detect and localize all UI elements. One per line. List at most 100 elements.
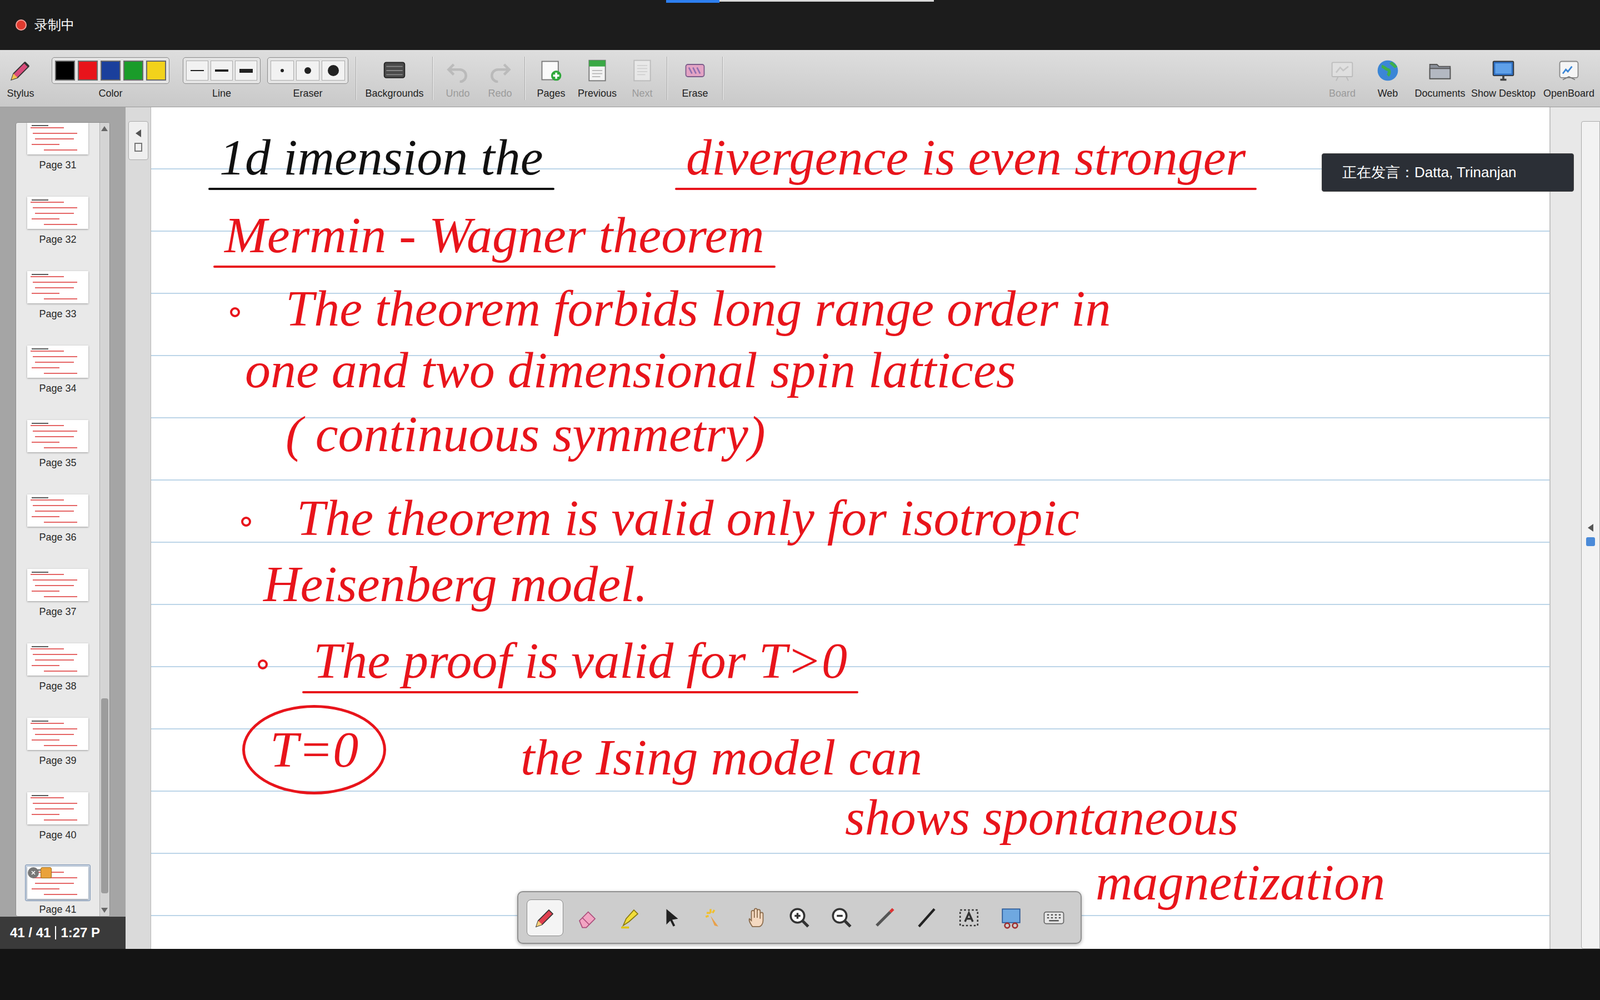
color-swatch[interactable]: [123, 60, 144, 81]
page-thumbnail-item[interactable]: Page 33: [16, 253, 100, 328]
board-handwriting[interactable]: The proof is valid for T>0: [313, 632, 848, 689]
previous-button[interactable]: Previous: [573, 50, 622, 107]
erasers-button[interactable]: Eraser: [263, 50, 353, 107]
left-collapse-strip[interactable]: [125, 107, 152, 949]
page-thumbnail[interactable]: [25, 194, 91, 232]
page-thumbnail-item[interactable]: Page 41: [16, 848, 100, 917]
page-thumbnail[interactable]: [25, 864, 91, 902]
marker-tool-button[interactable]: [611, 899, 649, 937]
line-width-option[interactable]: [210, 60, 233, 81]
pen-icon: [533, 906, 557, 930]
page-scrollbar[interactable]: [99, 122, 110, 917]
capture-icon: [999, 906, 1023, 930]
page-preview-icon: [27, 345, 89, 378]
capture-tool-button[interactable]: [992, 899, 1030, 937]
next-button[interactable]: Next: [621, 50, 664, 107]
pen-tool-button[interactable]: [526, 899, 564, 937]
eraser-size-option[interactable]: [270, 60, 294, 81]
page-preview-icon: [27, 271, 89, 304]
board-handwriting[interactable]: one and two dimensional spin lattices: [245, 342, 1017, 399]
line-width-option[interactable]: [186, 60, 209, 81]
scroll-thumb[interactable]: [101, 698, 109, 894]
eraser-size-option[interactable]: [296, 60, 320, 81]
backgrounds-button[interactable]: Backgrounds: [360, 50, 429, 107]
board-handwriting[interactable]: The theorem forbids long range order in: [285, 280, 1112, 337]
page-thumbnail-item[interactable]: Page 36: [16, 476, 100, 552]
keyboard-icon: [1042, 906, 1066, 930]
board-handwriting[interactable]: Mermin - Wagner theorem: [224, 207, 765, 264]
color-swatch[interactable]: [55, 60, 75, 81]
text-tool-button[interactable]: [950, 899, 988, 937]
page-thumbnail-item[interactable]: Page 32: [16, 178, 100, 254]
board-handwriting[interactable]: divergence is even stronger: [686, 129, 1246, 186]
page-thumbnail[interactable]: [25, 343, 91, 380]
bullet-mark: [230, 307, 240, 318]
page-thumbnail-item[interactable]: Page 38: [16, 625, 100, 700]
colors-button[interactable]: Color: [41, 50, 180, 107]
openboard-button[interactable]: OpenBoard: [1537, 50, 1600, 107]
page-thumbnail-item[interactable]: Page 37: [16, 551, 100, 626]
pointer-tool-button[interactable]: [653, 899, 691, 937]
eraser-size-option[interactable]: [321, 60, 345, 81]
redo-button[interactable]: Redo: [478, 50, 522, 107]
board-handwriting[interactable]: 1d imension the: [219, 129, 544, 186]
desktop-button[interactable]: Show Desktop: [1468, 50, 1538, 107]
page-label: Page 41: [38, 903, 77, 916]
stick-tool-button[interactable]: [866, 899, 903, 937]
board-canvas[interactable]: 1d imension the divergence is even strong…: [151, 107, 1550, 949]
page-thumbnail[interactable]: [25, 790, 91, 827]
speaker-tooltip: 正在发言：Datta, Trinanjan: [1321, 153, 1574, 192]
laser-tool-button[interactable]: [696, 899, 733, 937]
page-thumbnail[interactable]: [25, 268, 91, 306]
undo-label: Undo: [445, 87, 470, 100]
page-label: Page 36: [38, 531, 77, 544]
page-thumbnail-item[interactable]: Page 39: [16, 700, 100, 775]
lines-button[interactable]: Line: [180, 50, 264, 107]
page-thumbnail[interactable]: [25, 492, 91, 529]
board-handwriting[interactable]: Heisenberg model.: [263, 556, 648, 613]
color-swatch[interactable]: [77, 60, 98, 81]
duplicate-page-icon[interactable]: [40, 867, 52, 879]
page-thumbnail[interactable]: [25, 417, 91, 455]
board-handwriting[interactable]: ( continuous symmetry): [285, 406, 766, 463]
page-thumbnail-item[interactable]: Page 35: [16, 402, 100, 477]
board-handwriting[interactable]: T=0: [270, 721, 359, 778]
page-label: Page 31: [38, 158, 77, 172]
web-button[interactable]: Web: [1364, 50, 1412, 107]
documents-button[interactable]: Documents: [1411, 50, 1469, 107]
board-handwriting[interactable]: the Ising model can: [520, 729, 923, 786]
board-button[interactable]: Board: [1320, 50, 1365, 107]
board-handwriting[interactable]: magnetization: [1095, 854, 1385, 911]
pages-button[interactable]: Pages: [528, 50, 574, 107]
line-tool-button[interactable]: [908, 899, 945, 937]
line-width-option[interactable]: [235, 60, 258, 81]
right-collapse-strip[interactable]: [1549, 107, 1600, 949]
eraser-tool-button[interactable]: [568, 899, 606, 937]
page-thumbnail[interactable]: [25, 122, 91, 157]
page-thumbnail-item[interactable]: Page 31: [16, 122, 100, 179]
board-handwriting[interactable]: shows spontaneous: [845, 789, 1239, 846]
page-thumbnail[interactable]: [25, 566, 91, 604]
zoomout-tool-button[interactable]: [823, 899, 860, 937]
page-thumbnail-item[interactable]: Page 40: [16, 774, 100, 849]
board-handwriting[interactable]: The theorem is valid only for isotropic: [296, 490, 1080, 547]
zoomin-tool-button[interactable]: [781, 899, 818, 937]
erase-button[interactable]: Erase: [671, 50, 719, 107]
page-actions: [27, 867, 52, 879]
web-icon: [1375, 57, 1400, 84]
close-page-icon[interactable]: [27, 867, 39, 879]
stylus-button[interactable]: Stylus: [0, 50, 42, 107]
recording-label: 录制中: [34, 15, 75, 35]
page-thumbnail[interactable]: [25, 641, 91, 678]
circle-stroke: [242, 705, 387, 795]
color-swatch[interactable]: [146, 60, 167, 81]
keyboard-tool-button[interactable]: [1035, 899, 1073, 937]
window-indicator: [666, 0, 720, 3]
page-thumbnail[interactable]: [25, 715, 91, 753]
hand-tool-button[interactable]: [738, 899, 776, 937]
eraser-size-icon: [304, 67, 312, 74]
undo-button[interactable]: Undo: [436, 50, 479, 107]
erase-label: Erase: [681, 87, 708, 100]
page-thumbnail-item[interactable]: Page 34: [16, 327, 100, 403]
color-swatch[interactable]: [100, 60, 121, 81]
